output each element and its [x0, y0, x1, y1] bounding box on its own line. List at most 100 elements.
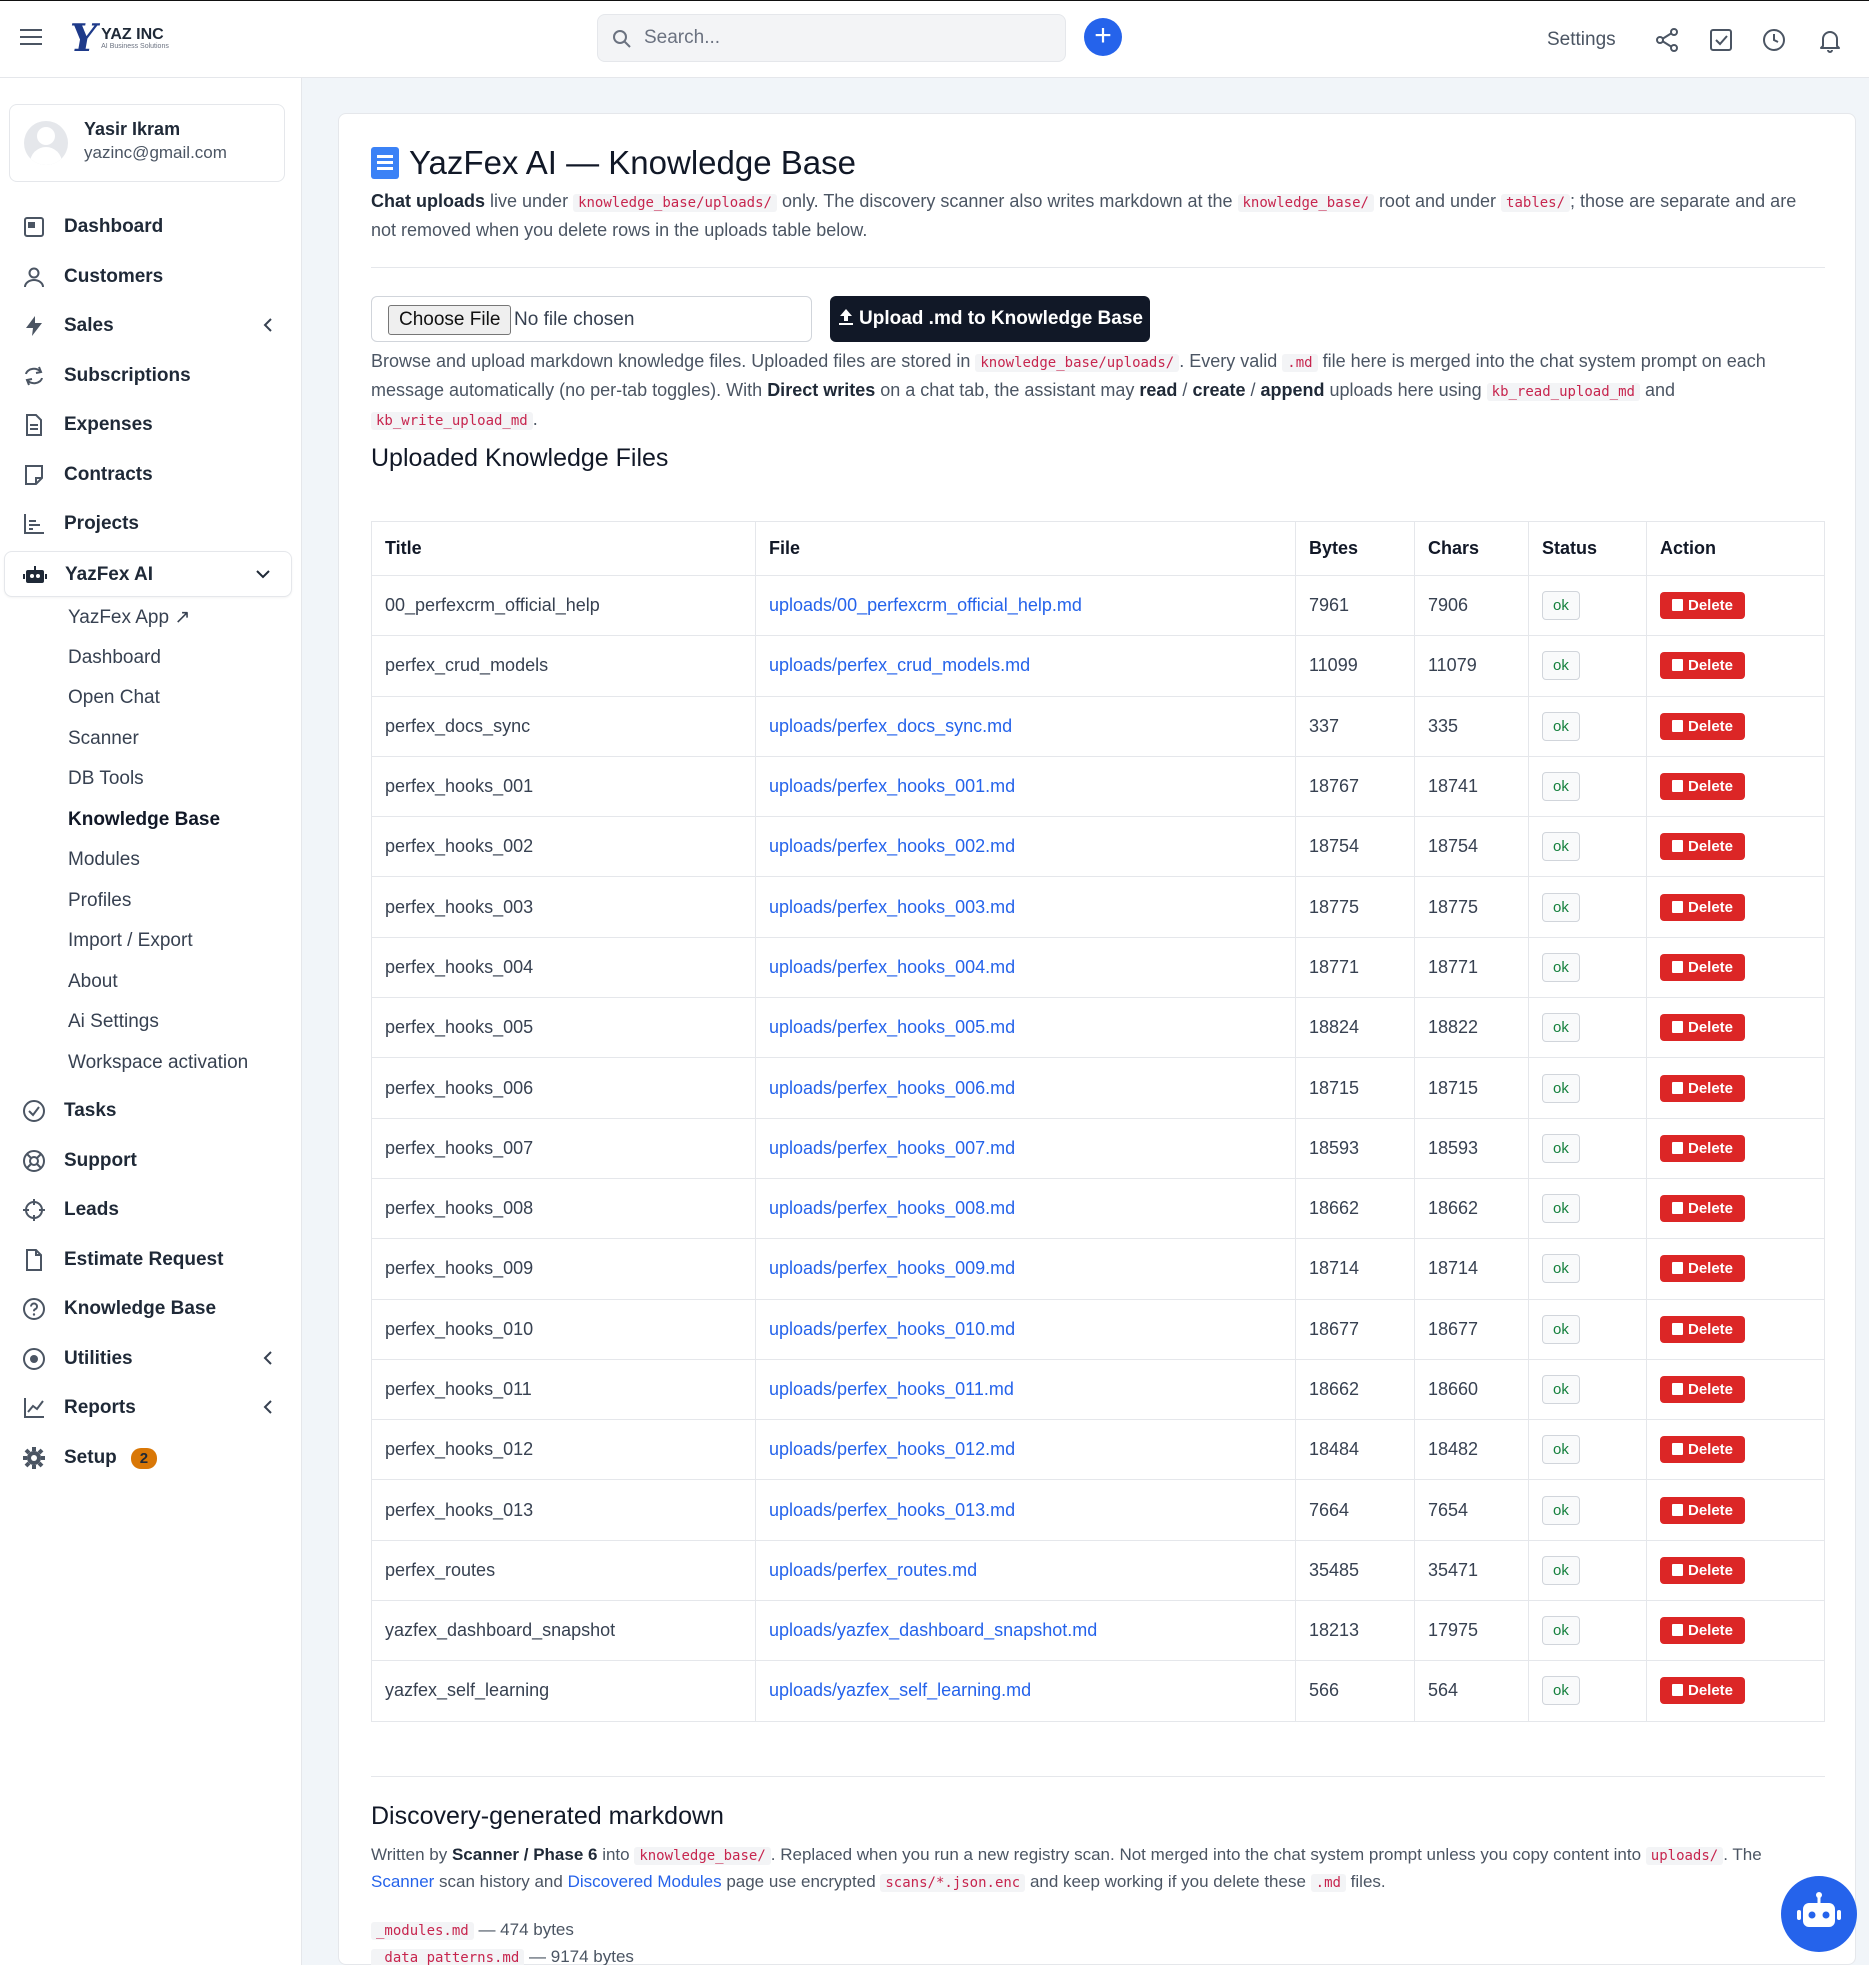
delete-button[interactable]: Delete [1660, 1134, 1746, 1162]
delete-button[interactable]: Delete [1660, 953, 1746, 981]
row-chars: 18771 [1414, 936, 1529, 999]
quick-add-button[interactable]: + [1084, 18, 1122, 56]
file-link[interactable]: uploads/perfex_hooks_007.md [769, 1138, 1015, 1158]
sidebar-item-leads[interactable]: Leads [0, 1187, 302, 1233]
sidebar-item-customers[interactable]: Customers [0, 254, 302, 300]
sidebar-item-yazfex-ai[interactable]: YazFex AI [4, 551, 292, 597]
file-link[interactable]: uploads/perfex_routes.md [769, 1560, 977, 1580]
file-link[interactable]: uploads/perfex_docs_sync.md [769, 716, 1012, 736]
sidebar-item-support[interactable]: Support [0, 1138, 302, 1184]
sidebar-item-contracts[interactable]: Contracts [0, 452, 302, 498]
delete-button[interactable]: Delete [1660, 773, 1746, 801]
delete-button[interactable]: Delete [1660, 1556, 1746, 1584]
sidebar-item-label: Reports [64, 1397, 136, 1418]
brand-logo[interactable]: Y YAZ INC AI Business Solutions [66, 15, 169, 60]
file-link[interactable]: uploads/perfex_crud_models.md [769, 655, 1030, 675]
file-link[interactable]: uploads/00_perfexcrm_official_help.md [769, 595, 1082, 615]
clock-icon[interactable] [1761, 27, 1787, 53]
file-link[interactable]: uploads/perfex_hooks_009.md [769, 1258, 1015, 1278]
task-check-icon[interactable] [1708, 27, 1734, 53]
scanner-link[interactable]: Scanner [371, 1872, 434, 1891]
sidebar-sub-dashboard[interactable]: Dashboard [68, 647, 161, 669]
sidebar-item-knowledge-base[interactable]: Knowledge Base [0, 1286, 302, 1332]
sidebar-item-projects[interactable]: Projects [0, 501, 302, 547]
sidebar-item-utilities[interactable]: Utilities [0, 1336, 302, 1382]
sidebar-sub-modules[interactable]: Modules [68, 849, 140, 871]
delete-button[interactable]: Delete [1660, 592, 1746, 620]
sidebar-item-expenses[interactable]: Expenses [0, 402, 302, 448]
status-badge: ok [1542, 1435, 1580, 1465]
discovered-modules-link[interactable]: Discovered Modules [568, 1872, 722, 1891]
chat-assistant-button[interactable] [1781, 1876, 1857, 1952]
delete-button[interactable]: Delete [1660, 1195, 1746, 1223]
sidebar-item-estimate-request[interactable]: Estimate Request [0, 1237, 302, 1283]
file-link[interactable]: uploads/perfex_hooks_003.md [769, 897, 1015, 917]
delete-button[interactable]: Delete [1660, 652, 1746, 680]
sidebar-item-sales[interactable]: Sales [0, 303, 302, 349]
file-link[interactable]: uploads/yazfex_dashboard_snapshot.md [769, 1620, 1097, 1640]
file-link[interactable]: uploads/perfex_hooks_006.md [769, 1078, 1015, 1098]
bell-icon[interactable] [1817, 27, 1843, 53]
file-link[interactable]: uploads/perfex_hooks_010.md [769, 1319, 1015, 1339]
status-badge: ok [1542, 651, 1580, 681]
file-link[interactable]: uploads/perfex_hooks_011.md [769, 1379, 1014, 1399]
file-link[interactable]: uploads/yazfex_self_learning.md [769, 1680, 1031, 1700]
sidebar-item-setup[interactable]: Setup 2 [0, 1435, 302, 1481]
delete-button[interactable]: Delete [1660, 1376, 1746, 1403]
delete-button[interactable]: Delete [1660, 1496, 1746, 1524]
status-badge: ok [1542, 1073, 1580, 1103]
trash-icon [1672, 1443, 1683, 1456]
delete-button[interactable]: Delete [1660, 1677, 1746, 1705]
search-box[interactable] [597, 14, 1066, 62]
sidebar-sub-workspace-activation[interactable]: Workspace activation [68, 1052, 248, 1074]
file-link[interactable]: uploads/perfex_hooks_005.md [769, 1017, 1015, 1037]
settings-link[interactable]: Settings [1547, 29, 1616, 51]
delete-button[interactable]: Delete [1660, 1315, 1746, 1343]
sidebar-sub-scanner[interactable]: Scanner [68, 728, 139, 750]
delete-button[interactable]: Delete [1660, 712, 1746, 740]
sidebar-item-tasks[interactable]: Tasks [0, 1088, 302, 1134]
row-chars: 18660 [1414, 1358, 1529, 1421]
delete-button[interactable]: Delete [1660, 1014, 1746, 1042]
sidebar-sub-knowledge-base[interactable]: Knowledge Base [68, 809, 220, 831]
trash-icon [1672, 1081, 1683, 1094]
choose-file-button[interactable]: Choose File [388, 305, 512, 335]
contract-icon [25, 465, 43, 485]
search-input[interactable] [644, 15, 1054, 61]
row-title: perfex_hooks_002 [371, 816, 756, 878]
file-link[interactable]: uploads/perfex_hooks_004.md [769, 957, 1015, 977]
sidebar-sub-db-tools[interactable]: DB Tools [68, 768, 144, 790]
file-link[interactable]: uploads/perfex_hooks_012.md [769, 1439, 1015, 1459]
sidebar-sub-yazfex-app[interactable]: YazFex App ↗ [68, 606, 190, 629]
sidebar-sub-profiles[interactable]: Profiles [68, 890, 131, 912]
sidebar-sub-import-export[interactable]: Import / Export [68, 930, 193, 952]
sidebar-sub-ai-settings[interactable]: Ai Settings [68, 1011, 159, 1033]
sidebar-item-subscriptions[interactable]: Subscriptions [0, 353, 302, 399]
row-bytes: 18775 [1295, 876, 1415, 938]
sidebar-sub-about[interactable]: About [68, 971, 118, 993]
delete-button[interactable]: Delete [1660, 833, 1746, 861]
file-link[interactable]: uploads/perfex_hooks_002.md [769, 836, 1015, 856]
sidebar-item-dashboard[interactable]: Dashboard [0, 204, 302, 250]
delete-button[interactable]: Delete [1660, 1617, 1746, 1645]
table-row: perfex_crud_models uploads/perfex_crud_mo… [371, 635, 1825, 697]
row-bytes: 18662 [1295, 1177, 1415, 1240]
file-link[interactable]: uploads/perfex_hooks_008.md [769, 1198, 1015, 1218]
delete-button[interactable]: Delete [1660, 1436, 1746, 1464]
delete-button[interactable]: Delete [1660, 1074, 1746, 1102]
hamburger-menu-icon[interactable] [20, 29, 42, 47]
share-icon[interactable] [1654, 27, 1680, 53]
row-title: perfex_routes [371, 1539, 756, 1602]
sidebar-item-reports[interactable]: Reports [0, 1385, 302, 1431]
delete-button[interactable]: Delete [1660, 893, 1746, 921]
upload-button[interactable]: Upload .md to Knowledge Base [830, 296, 1150, 342]
file-input[interactable]: Choose File No file chosen [371, 296, 812, 342]
delete-button[interactable]: Delete [1660, 1255, 1746, 1283]
file-link[interactable]: uploads/perfex_hooks_001.md [769, 776, 1015, 796]
sidebar-sub-open-chat[interactable]: Open Chat [68, 687, 160, 709]
user-profile-card[interactable]: Yasir Ikram yazinc@gmail.com [9, 104, 285, 182]
status-badge: ok [1542, 1676, 1580, 1706]
row-title: perfex_hooks_008 [371, 1177, 756, 1240]
file-link[interactable]: uploads/perfex_hooks_013.md [769, 1500, 1015, 1520]
file-status: No file chosen [514, 309, 635, 330]
